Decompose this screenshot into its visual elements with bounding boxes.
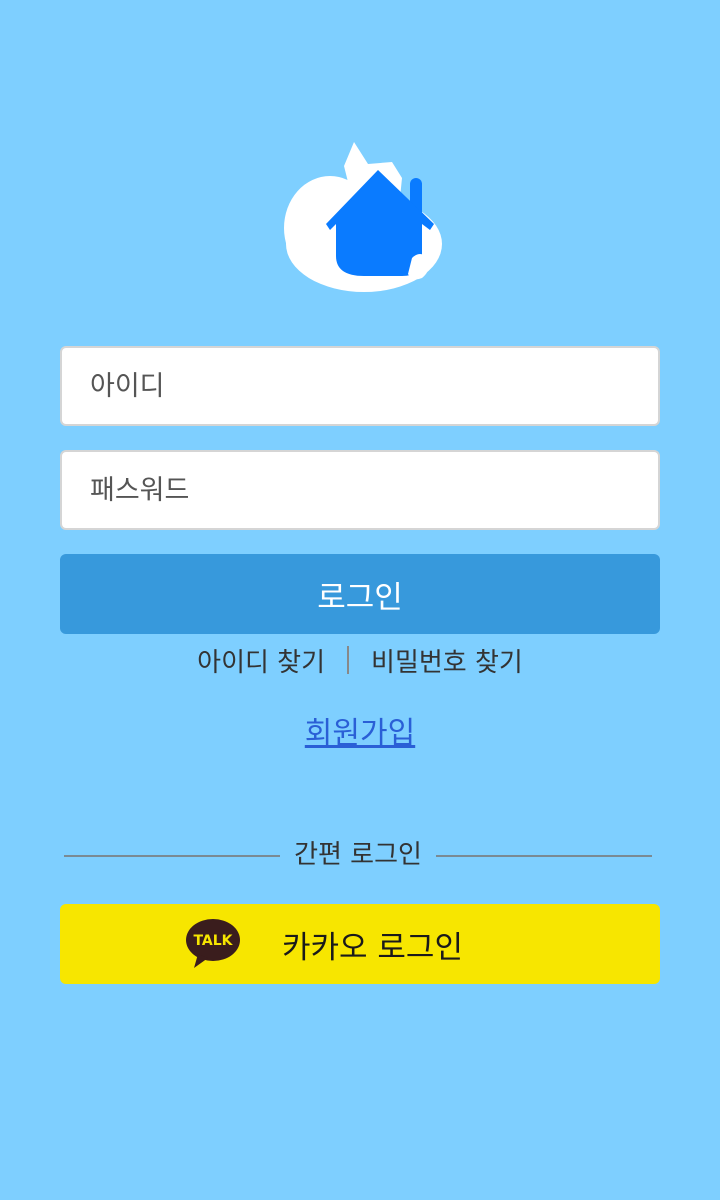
kakao-badge-text: TALK xyxy=(193,933,233,949)
id-input[interactable] xyxy=(60,346,660,426)
signup-link[interactable]: 회원가입 xyxy=(305,716,415,751)
kakao-login-button[interactable]: TALK 카카오 로그인 xyxy=(60,904,660,984)
kakao-login-label: 카카오 로그인 xyxy=(282,930,463,966)
app-logo xyxy=(284,142,442,292)
signup-container: 회원가입 xyxy=(0,708,720,752)
link-separator xyxy=(347,646,350,674)
divider-left xyxy=(64,855,280,857)
find-account-links: 아이디 찾기 비밀번호 찾기 xyxy=(0,638,720,682)
login-button[interactable]: 로그인 xyxy=(60,554,660,634)
password-input[interactable] xyxy=(60,450,660,530)
easy-login-title: 간편 로그인 xyxy=(294,840,422,870)
find-password-link[interactable]: 비밀번호 찾기 xyxy=(371,642,523,679)
divider-right xyxy=(436,855,652,857)
kakao-talk-icon: TALK xyxy=(186,919,240,968)
find-id-link[interactable]: 아이디 찾기 xyxy=(197,642,325,679)
